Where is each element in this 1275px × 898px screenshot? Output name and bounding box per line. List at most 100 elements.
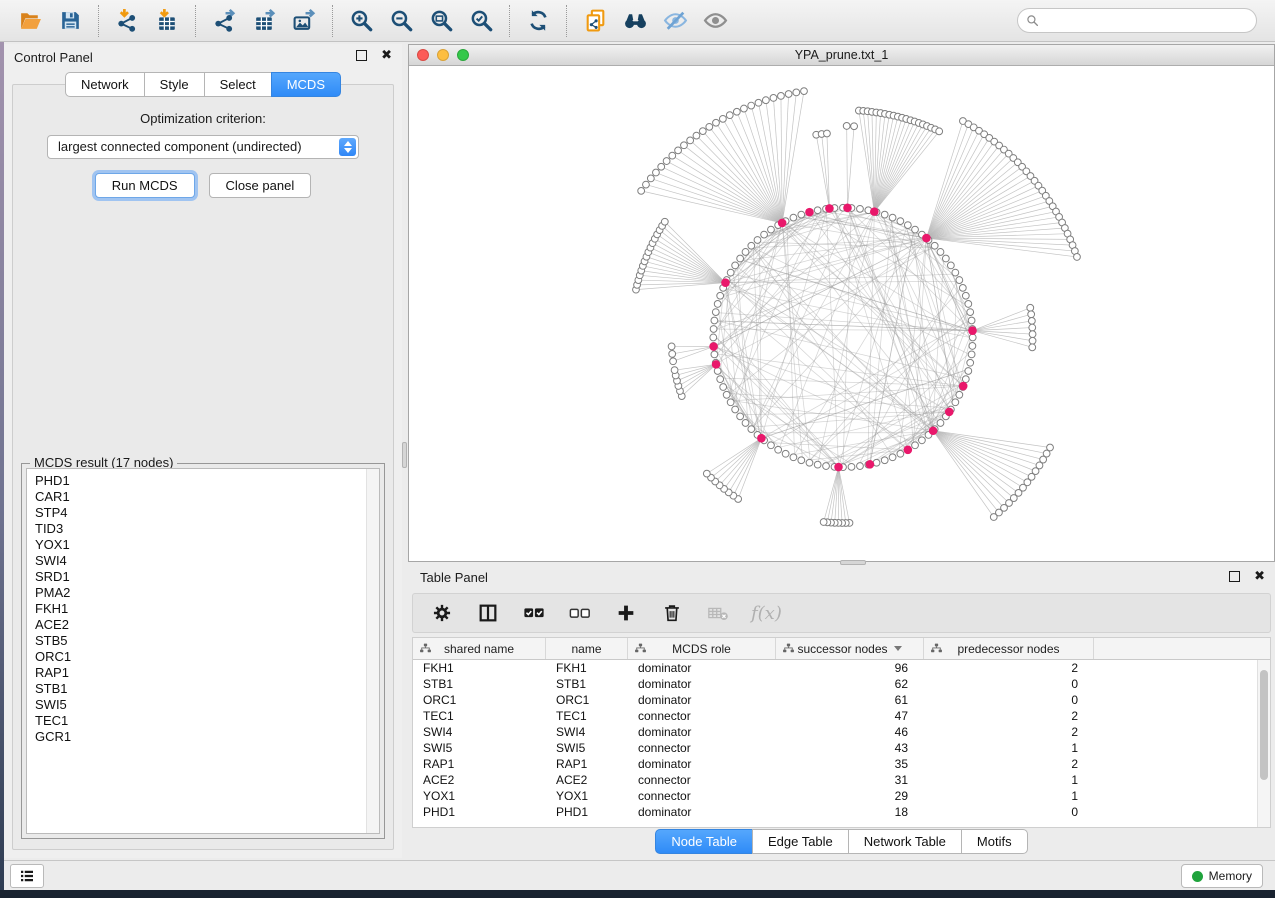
select-all-checked-button[interactable]: [521, 600, 547, 626]
table-row[interactable]: ACE2ACE2connector311: [413, 772, 1270, 788]
network-window-titlebar[interactable]: YPA_prune.txt_1: [409, 45, 1274, 66]
table-row[interactable]: SWI4SWI4dominator462: [413, 724, 1270, 740]
mcds-result-item[interactable]: TID3: [27, 521, 379, 537]
mcds-result-item[interactable]: GCR1: [27, 729, 379, 745]
export-network-button[interactable]: [204, 4, 244, 38]
table-scrollbar[interactable]: [1257, 660, 1270, 827]
mcds-result-list[interactable]: PHD1CAR1STP4TID3YOX1SWI4SRD1PMA2FKH1ACE2…: [26, 468, 380, 834]
mcds-result-item[interactable]: CAR1: [27, 489, 379, 505]
mcds-tab-content: Optimization criterion: largest connecte…: [12, 84, 394, 850]
run-mcds-button[interactable]: Run MCDS: [95, 173, 195, 198]
vertical-splitter-handle[interactable]: [402, 442, 407, 468]
binoculars-search-button[interactable]: [615, 4, 655, 38]
mcds-result-item[interactable]: STB1: [27, 681, 379, 697]
zoom-in-button[interactable]: [341, 4, 381, 38]
tab-select[interactable]: Select: [204, 72, 272, 97]
show-eye-button[interactable]: [695, 4, 735, 38]
close-panel-icon[interactable]: ✖: [381, 50, 392, 61]
settings-gear-button[interactable]: [429, 600, 455, 626]
table-cell: dominator: [628, 676, 776, 692]
status-bar: Memory: [0, 860, 1275, 890]
import-table-button[interactable]: [147, 4, 187, 38]
table-cell: 2: [924, 724, 1094, 740]
horizontal-splitter-handle[interactable]: [840, 560, 866, 565]
add-entry-button[interactable]: [613, 600, 639, 626]
column-header-name[interactable]: name: [546, 638, 628, 659]
table-row[interactable]: YOX1YOX1connector291: [413, 788, 1270, 804]
tab-network-table[interactable]: Network Table: [848, 829, 962, 854]
import-network-button[interactable]: [107, 4, 147, 38]
deselect-all-button[interactable]: [567, 600, 593, 626]
tab-network[interactable]: Network: [65, 72, 145, 97]
tab-node-table[interactable]: Node Table: [655, 829, 753, 854]
mcds-result-item[interactable]: STB5: [27, 633, 379, 649]
criterion-select-value: largest connected component (undirected): [58, 139, 302, 154]
toolbar-separator: [98, 5, 99, 37]
tab-style[interactable]: Style: [144, 72, 205, 97]
mcds-result-item[interactable]: TEC1: [27, 713, 379, 729]
table-cell: 0: [924, 676, 1094, 692]
delete-entry-button[interactable]: [659, 600, 685, 626]
table-cell: dominator: [628, 692, 776, 708]
table-row[interactable]: RAP1RAP1dominator352: [413, 756, 1270, 772]
table-row[interactable]: TEC1TEC1connector472: [413, 708, 1270, 724]
split-columns-button[interactable]: [475, 600, 501, 626]
export-table-button[interactable]: [244, 4, 284, 38]
tab-motifs[interactable]: Motifs: [961, 829, 1028, 854]
table-row[interactable]: ORC1ORC1dominator610: [413, 692, 1270, 708]
zoom-out-button[interactable]: [381, 4, 421, 38]
mcds-result-item[interactable]: YOX1: [27, 537, 379, 553]
search-input[interactable]: [1044, 14, 1248, 28]
search-box[interactable]: [1017, 8, 1257, 33]
table-cell: 2: [924, 660, 1094, 676]
delete-entry-icon: [661, 602, 683, 624]
import-network-icon: [115, 8, 140, 33]
export-image-icon: [292, 8, 317, 33]
mcds-result-item[interactable]: SWI5: [27, 697, 379, 713]
table-cell: connector: [628, 772, 776, 788]
mcds-result-item[interactable]: RAP1: [27, 665, 379, 681]
toolbar-separator: [566, 5, 567, 37]
memory-label: Memory: [1209, 869, 1252, 883]
table-row[interactable]: PHD1PHD1dominator180: [413, 804, 1270, 820]
float-panel-icon[interactable]: [356, 50, 367, 61]
close-panel-button[interactable]: Close panel: [209, 173, 312, 198]
table-row[interactable]: FKH1FKH1dominator962: [413, 660, 1270, 676]
table-row[interactable]: STB1STB1dominator620: [413, 676, 1270, 692]
table-scrollbar-thumb[interactable]: [1260, 670, 1268, 780]
zoom-selected-button[interactable]: [461, 4, 501, 38]
open-session-button[interactable]: [10, 4, 50, 38]
network-graph[interactable]: [409, 66, 1274, 561]
network-canvas[interactable]: [409, 66, 1274, 561]
mcds-result-item[interactable]: FKH1: [27, 601, 379, 617]
float-table-panel-icon[interactable]: [1229, 571, 1240, 582]
zoom-fit-button[interactable]: [421, 4, 461, 38]
mcds-result-item[interactable]: ACE2: [27, 617, 379, 633]
mcds-result-item[interactable]: ORC1: [27, 649, 379, 665]
column-header-successor-nodes[interactable]: successor nodes: [776, 638, 924, 659]
result-list-scrollbar[interactable]: [366, 469, 379, 833]
mcds-result-item[interactable]: SRD1: [27, 569, 379, 585]
close-table-panel-icon[interactable]: ✖: [1254, 571, 1265, 582]
mcds-result-item[interactable]: STP4: [27, 505, 379, 521]
mcds-result-item[interactable]: PHD1: [27, 473, 379, 489]
column-header-shared-name[interactable]: shared name: [413, 638, 546, 659]
tab-edge-table[interactable]: Edge Table: [752, 829, 849, 854]
sort-chevron-icon: [894, 646, 902, 651]
table-row[interactable]: SWI5SWI5connector431: [413, 740, 1270, 756]
save-session-icon: [58, 8, 83, 33]
column-header-predecessor-nodes[interactable]: predecessor nodes: [924, 638, 1094, 659]
column-header-MCDS-role[interactable]: MCDS role: [628, 638, 776, 659]
export-image-button[interactable]: [284, 4, 324, 38]
mcds-result-item[interactable]: PMA2: [27, 585, 379, 601]
task-history-button[interactable]: [10, 864, 44, 888]
refresh-layout-button[interactable]: [518, 4, 558, 38]
clone-network-button[interactable]: [575, 4, 615, 38]
mcds-result-item[interactable]: SWI4: [27, 553, 379, 569]
save-session-button[interactable]: [50, 4, 90, 38]
memory-button[interactable]: Memory: [1181, 864, 1263, 888]
tab-mcds[interactable]: MCDS: [271, 72, 341, 97]
criterion-select[interactable]: largest connected component (undirected): [47, 135, 359, 159]
hide-eye-button[interactable]: [655, 4, 695, 38]
zoom-fit-icon: [429, 8, 454, 33]
